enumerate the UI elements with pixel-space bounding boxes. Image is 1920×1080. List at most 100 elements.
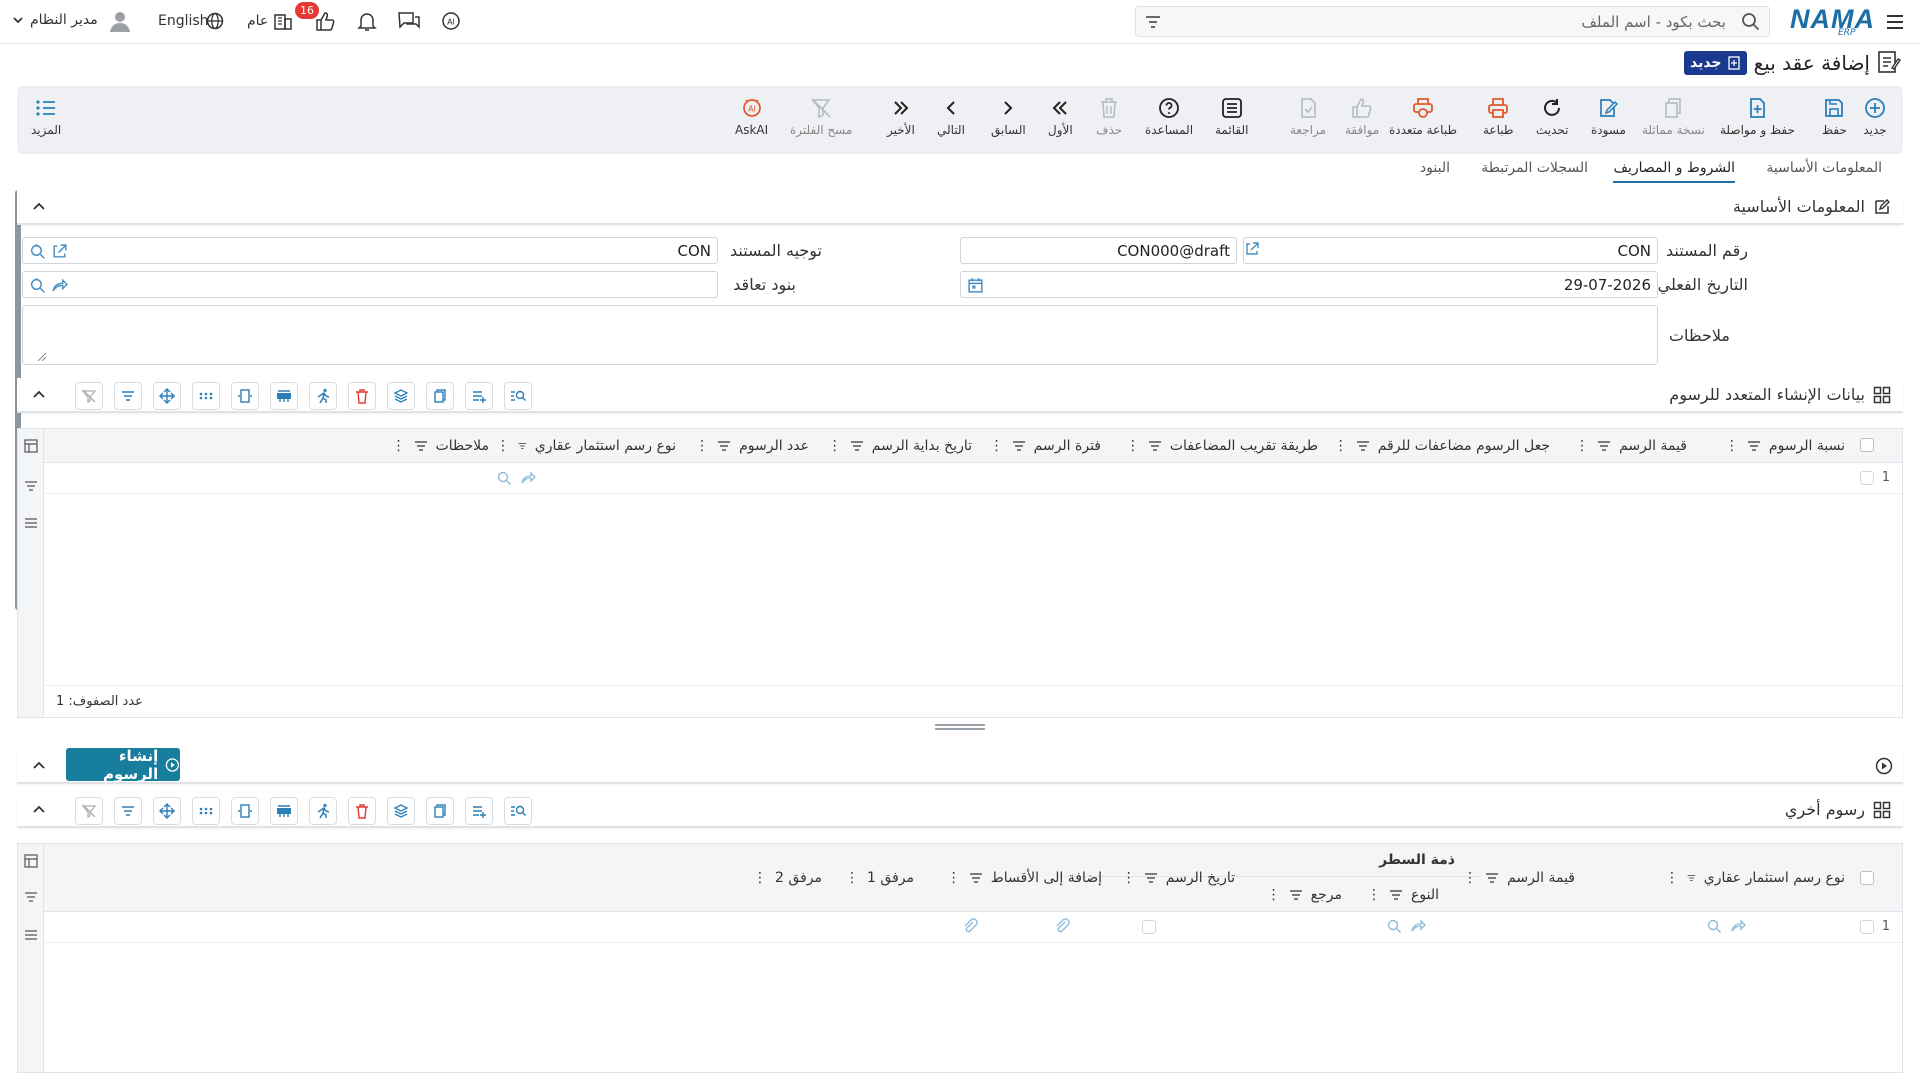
columns-menu-icon[interactable] <box>24 516 38 530</box>
column-header[interactable]: ⋮ فترة الرسم <box>979 429 1101 463</box>
table-icon[interactable] <box>24 854 38 868</box>
multi-print-button[interactable]: طباعة متعددة <box>1389 96 1457 146</box>
column-header[interactable]: ⋮ ملاحظات <box>389 429 489 463</box>
column-header[interactable]: ⋮ طريقة تقريب المضاعفات <box>1108 429 1318 463</box>
dots-grid-icon[interactable] <box>192 797 220 825</box>
share-icon[interactable] <box>51 277 68 294</box>
tab-items[interactable]: البنود <box>1420 160 1450 176</box>
filter-icon[interactable] <box>114 382 142 410</box>
chevron-down-icon[interactable] <box>12 14 24 26</box>
add-rows-icon[interactable] <box>465 382 493 410</box>
open-link-icon[interactable] <box>51 243 68 260</box>
select-all-checkbox[interactable] <box>1860 871 1874 885</box>
notes-textarea[interactable] <box>22 305 1658 365</box>
approve-button[interactable]: موافقة <box>1345 96 1379 146</box>
search-list-icon[interactable] <box>504 797 532 825</box>
share-icon[interactable] <box>1730 918 1746 934</box>
search-refresh-icon[interactable] <box>29 243 46 260</box>
contract-terms-input[interactable] <box>111 275 711 295</box>
attachment-icon[interactable] <box>962 918 978 934</box>
tab-basic-info[interactable]: المعلومات الأساسية <box>1766 160 1882 176</box>
resize-handle-icon[interactable] <box>37 352 47 362</box>
column-header[interactable]: ⋮ جعل الرسوم مضاعفات للرقم <box>1325 429 1550 463</box>
row-checkbox[interactable] <box>1860 471 1874 485</box>
chevron-up-icon[interactable] <box>31 802 47 818</box>
column-header[interactable]: ⋮ عدد الرسوم <box>684 429 809 463</box>
avatar[interactable] <box>107 8 133 34</box>
column-header[interactable]: ⋮ مرفق 1 <box>824 861 914 895</box>
table-columns-icon[interactable] <box>270 382 298 410</box>
column-header[interactable]: ⋮ نوع رسم استثمار عقاري <box>1665 861 1845 895</box>
refresh-button[interactable]: تحديث <box>1536 96 1569 146</box>
search-icon[interactable] <box>1741 12 1761 32</box>
filter-icon[interactable] <box>24 479 38 493</box>
doc-direction-field[interactable] <box>22 237 718 264</box>
company-icon[interactable] <box>272 10 294 32</box>
chevron-up-icon[interactable] <box>31 199 47 215</box>
next-record-button[interactable]: التالي <box>937 96 965 146</box>
fit-columns-icon[interactable] <box>231 797 259 825</box>
column-header[interactable]: ⋮ نوع رسم استثمار عقاري <box>496 429 676 463</box>
doc-number-field[interactable] <box>960 237 1237 264</box>
column-header[interactable]: ⋮ مرجع <box>1252 878 1342 912</box>
attachment-icon[interactable] <box>1054 918 1070 934</box>
table-row[interactable]: 1 <box>44 464 1902 494</box>
share-icon[interactable] <box>520 470 536 486</box>
run-icon[interactable] <box>309 797 337 825</box>
ai-assistant-icon[interactable]: AI <box>440 10 462 32</box>
chevron-up-icon[interactable] <box>31 758 47 774</box>
layers-icon[interactable] <box>387 797 415 825</box>
tab-terms-expenses[interactable]: الشروط و المصاريف <box>1613 160 1735 183</box>
basic-info-section-header[interactable]: المعلومات الأساسية <box>17 190 1903 225</box>
delete-button[interactable]: حذف <box>1096 96 1122 146</box>
duplicate-button[interactable]: نسخة مماثلة <box>1642 96 1705 146</box>
copy-icon[interactable] <box>426 797 454 825</box>
last-record-button[interactable]: الأخير <box>887 96 915 146</box>
chat-icon[interactable] <box>397 10 421 32</box>
table-icon[interactable] <box>24 439 38 453</box>
filter-lines-icon[interactable] <box>1144 13 1162 31</box>
columns-menu-icon[interactable] <box>24 928 38 942</box>
trash-icon[interactable] <box>348 382 376 410</box>
search-refresh-icon[interactable] <box>1706 918 1722 934</box>
filter-icon[interactable] <box>114 797 142 825</box>
column-header[interactable]: ⋮ مرفق 2 <box>732 861 822 895</box>
add-to-installments-checkbox[interactable] <box>1142 920 1156 934</box>
column-header[interactable]: ⋮ قيمة الرسم <box>1455 861 1575 895</box>
column-header[interactable]: ⋮ نسبة الرسوم <box>1695 429 1845 463</box>
filter-icon[interactable] <box>24 890 38 904</box>
other-fees-section-header[interactable]: رسوم أخري <box>17 793 1903 828</box>
layers-icon[interactable] <box>387 382 415 410</box>
search-input[interactable] <box>1176 11 1726 33</box>
search-list-icon[interactable] <box>504 382 532 410</box>
select-all-checkbox[interactable] <box>1860 438 1874 452</box>
table-row[interactable]: 1 <box>44 913 1902 943</box>
menu-icon[interactable] <box>1885 12 1905 32</box>
resize-splitter[interactable] <box>935 724 985 730</box>
bell-icon[interactable] <box>356 10 378 32</box>
new-button[interactable]: جديد <box>1863 96 1887 146</box>
fit-columns-icon[interactable] <box>231 382 259 410</box>
open-link-icon[interactable] <box>1244 241 1260 257</box>
calendar-icon[interactable] <box>967 277 984 294</box>
table-columns-icon[interactable] <box>270 797 298 825</box>
actual-date-input[interactable] <box>1051 275 1651 295</box>
copy-icon[interactable] <box>426 382 454 410</box>
doc-number-input[interactable] <box>980 241 1230 261</box>
save-button[interactable]: حفظ <box>1822 96 1847 146</box>
bulk-fees-section-header[interactable]: بيانات الإنشاء المتعدد للرسوم <box>17 378 1903 413</box>
row-checkbox[interactable] <box>1860 920 1874 934</box>
contract-terms-field[interactable] <box>22 271 718 298</box>
draft-button[interactable]: مسودة <box>1591 96 1626 146</box>
save-continue-button[interactable]: حفظ و مواصلة <box>1720 96 1795 146</box>
add-rows-icon[interactable] <box>465 797 493 825</box>
first-record-button[interactable]: الأول <box>1048 96 1073 146</box>
trash-icon[interactable] <box>348 797 376 825</box>
move-icon[interactable] <box>153 797 181 825</box>
help-button[interactable]: المساعدة <box>1145 96 1193 146</box>
move-icon[interactable] <box>153 382 181 410</box>
review-button[interactable]: مراجعة <box>1290 96 1326 146</box>
print-button[interactable]: طباعة <box>1483 96 1513 146</box>
run-icon[interactable] <box>309 382 337 410</box>
clear-filter-icon[interactable] <box>75 797 103 825</box>
